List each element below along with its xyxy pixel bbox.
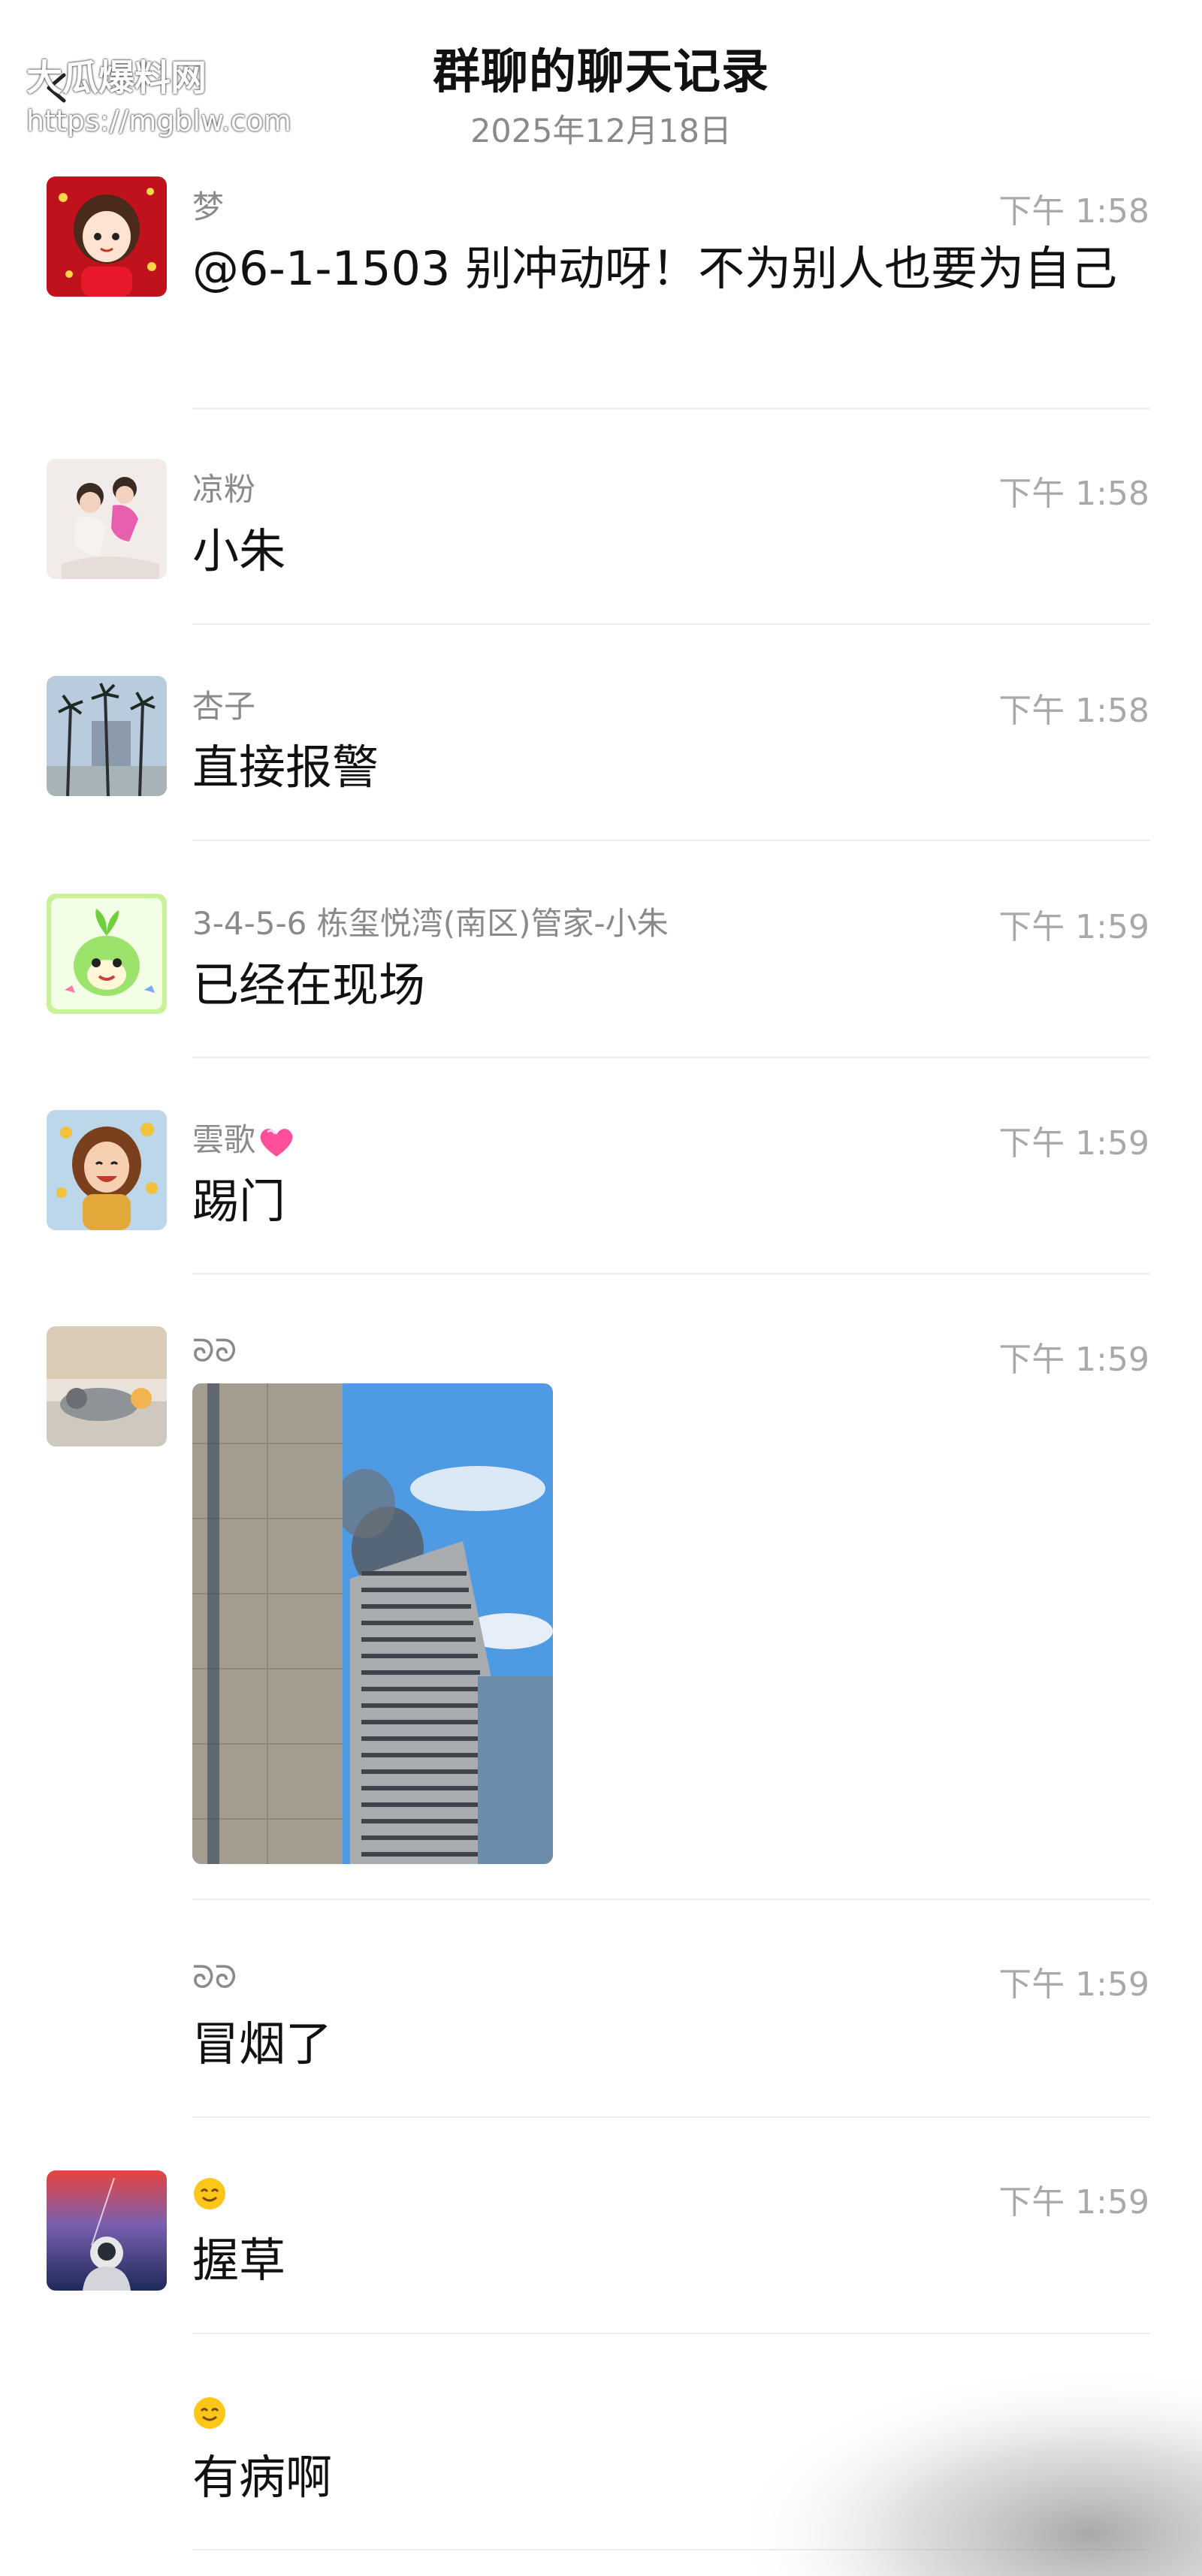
avatar[interactable] (47, 676, 167, 796)
building-floor-band (361, 1588, 469, 1592)
building-floor-band (361, 1687, 482, 1691)
pink-heart-icon (260, 1128, 293, 1157)
message-text: 小朱 (192, 523, 286, 578)
building-floor-band (361, 1802, 498, 1807)
sender-name: 3-4-5-6 栋玺悦湾(南区)管家-小朱 (192, 905, 669, 942)
avatar-children-icon (47, 459, 167, 579)
sender-name: ᘐᘐ (192, 1959, 237, 1995)
avatar[interactable] (47, 894, 167, 1014)
message-text: 握草 (192, 2233, 286, 2288)
avatar[interactable] (47, 1326, 167, 1446)
building-floor-band (361, 1571, 467, 1576)
message-time: 下午 1:59 (998, 1965, 1149, 2004)
divider (192, 623, 1150, 625)
avatar[interactable] (47, 176, 167, 297)
divider (192, 408, 1150, 409)
divider (192, 1899, 1150, 1900)
watermark-url: https://mgblw.com (26, 104, 291, 137)
smiling-face-emoji (194, 2178, 225, 2210)
sender-name (192, 2396, 227, 2430)
photo-smoking-building-icon (192, 1383, 553, 1864)
sender-name: 凉粉 (192, 471, 256, 508)
avatar[interactable] (47, 1110, 167, 1230)
message-image[interactable] (192, 1383, 553, 1864)
divider (192, 840, 1150, 841)
sender-name: 梦 (192, 189, 225, 225)
building-floor-band (361, 1703, 485, 1708)
message-text: @6-1-1503 别冲动呀！不为别人也要为自己 (192, 241, 1118, 296)
message-text: 冒烟了 (192, 2016, 333, 2071)
message-text: 已经在现场 (192, 958, 426, 1012)
avatar-cartoon-sprout-icon (47, 894, 167, 1014)
message-time: 下午 1:58 (998, 192, 1149, 231)
building-floor-band (361, 1753, 491, 1757)
sender-name: 雲歌 (192, 1115, 294, 1160)
divider (192, 1057, 1150, 1058)
message-text: 踢门 (192, 1174, 286, 1229)
smiling-face-emoji (194, 2397, 225, 2429)
avatar-girl-icon (47, 176, 167, 297)
avatar-astronaut-icon (47, 2170, 167, 2291)
avatar[interactable] (47, 459, 167, 579)
sender-name (192, 2176, 227, 2211)
sender-name: ᘐᘐ (192, 1332, 237, 1369)
message-time: 下午 1:59 (998, 1124, 1149, 1163)
message-time: 下午 1:58 (998, 475, 1149, 513)
sender-name: 杏子 (192, 688, 256, 725)
watermark-name: 大瓜爆料网 (26, 57, 207, 99)
avatar-sleeping-person-icon (47, 1326, 167, 1446)
ink-mist-overlay (751, 2366, 1202, 2576)
building-floor-band (361, 1786, 496, 1790)
building-floor-band (361, 1769, 494, 1774)
avatar-smiling-girl-icon (47, 1110, 167, 1230)
message-time: 下午 1:59 (998, 1341, 1149, 1379)
sender-name-text: 雲歌 (192, 1121, 256, 1158)
building-floor-band (361, 1637, 476, 1642)
message-text: 直接报警 (192, 740, 379, 795)
message-time: 下午 1:59 (998, 2183, 1149, 2222)
building-floor-band (361, 1736, 489, 1741)
building-floor-band (361, 1621, 473, 1625)
building-floor-band (361, 1654, 478, 1658)
divider (192, 2333, 1150, 2334)
message-time: 下午 1:58 (998, 692, 1149, 730)
watermark: 大瓜爆料网 https://mgblw.com (26, 60, 291, 135)
building-floor-band (361, 1670, 480, 1675)
message-time: 下午 1:59 (998, 908, 1149, 946)
divider (192, 1273, 1150, 1274)
avatar[interactable] (47, 2170, 167, 2291)
building-floor-band (361, 1720, 487, 1724)
building-floor-band (361, 1604, 471, 1609)
avatar-palm-trees-icon (47, 676, 167, 796)
divider (192, 2116, 1150, 2118)
